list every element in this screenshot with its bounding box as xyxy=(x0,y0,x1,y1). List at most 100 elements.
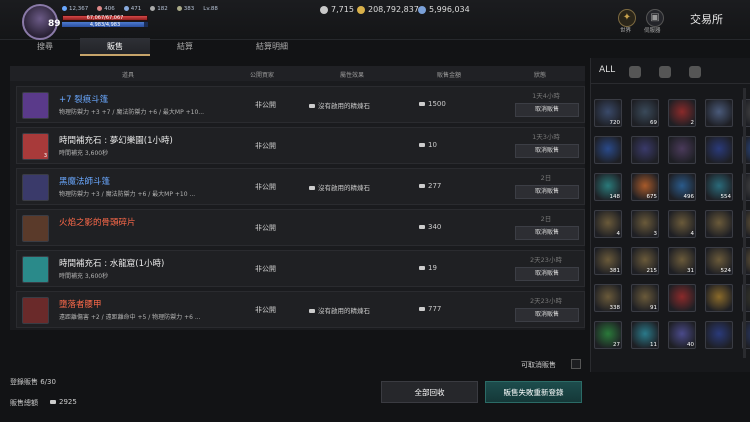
inventory-slot[interactable] xyxy=(631,136,659,164)
inventory-slot[interactable] xyxy=(705,99,733,127)
col-public: 公開買家 xyxy=(250,72,275,79)
inventory-slot[interactable] xyxy=(594,136,622,164)
registered-count: 登錄販售 6/30 xyxy=(10,378,56,386)
cancel-sale-button[interactable]: 取消販售 xyxy=(515,103,579,117)
cancelable-label: 可取消販售 xyxy=(521,361,556,369)
reregister-failed-button[interactable]: 販售失敗重新登錄 xyxy=(485,381,582,403)
inventory-slot[interactable]: 148 xyxy=(594,173,622,201)
cancel-sale-button[interactable]: 取消販售 xyxy=(515,308,579,322)
inventory-slot[interactable]: 720 xyxy=(594,99,622,127)
price: 340 xyxy=(419,223,441,231)
table-row[interactable]: 墮落者腰甲 遠距離傷害 +2 / 遠距離命中 +5 / 物理防禦力 +6 ...… xyxy=(16,291,585,328)
cancel-sale-button[interactable]: 取消販售 xyxy=(515,267,579,281)
inventory-scrollbar[interactable] xyxy=(743,88,746,358)
stone-icon xyxy=(309,104,315,108)
speed-icon xyxy=(176,6,182,11)
inventory-slot[interactable]: 11 xyxy=(631,321,659,349)
currency-diamond: 7,715 xyxy=(320,5,354,14)
tab-sell[interactable]: 販售 xyxy=(80,38,150,56)
inventory-slot[interactable]: 4 xyxy=(668,210,696,238)
inventory-slot[interactable]: 69 xyxy=(631,99,659,127)
tab-settlement-details[interactable]: 結算明細 xyxy=(220,38,324,56)
inventory-slot[interactable] xyxy=(705,210,733,238)
price: 277 xyxy=(419,182,441,190)
world-icon[interactable]: ✦ xyxy=(618,9,636,27)
inventory-slot[interactable] xyxy=(705,284,733,312)
diamond-icon xyxy=(419,184,425,188)
shield-icon xyxy=(62,6,67,11)
inventory-slot[interactable]: 31 xyxy=(668,247,696,275)
inventory-slot[interactable]: 524 xyxy=(705,247,733,275)
item-name: 時間補充石 : 夢幻樂園(1小時) xyxy=(59,136,173,146)
inventory-slot[interactable]: 554 xyxy=(705,173,733,201)
public-status: 非公開 xyxy=(255,183,276,191)
remaining-time: 2天23小時 xyxy=(530,256,562,264)
price: 1500 xyxy=(419,100,446,108)
table-row[interactable]: 黑魔法師斗篷 物理防禦力 +3 / 魔法防禦力 +6 / 最大MP +10 ..… xyxy=(16,168,585,205)
inventory-slot[interactable]: 91 xyxy=(631,284,659,312)
potion-icon[interactable] xyxy=(659,66,671,78)
item-icon xyxy=(22,297,49,324)
inventory-slot[interactable]: 4 xyxy=(594,210,622,238)
inventory-tabs: ALL xyxy=(591,58,750,84)
helmet-icon[interactable] xyxy=(629,66,641,78)
inventory-slot[interactable] xyxy=(668,284,696,312)
table-row[interactable]: 3 時間補充石 : 夢幻樂園(1小時) 時間補充 3,600秒 非公開 10 1… xyxy=(16,127,585,164)
inventory-slot[interactable]: 2 xyxy=(668,99,696,127)
table-row[interactable]: 時間補充石 : 水龍窟(1小時) 時間補充 3,600秒 非公開 19 2天23… xyxy=(16,250,585,287)
stat-4: 182 xyxy=(150,6,168,12)
inventory-slot[interactable] xyxy=(705,136,733,164)
public-status: 非公開 xyxy=(255,224,276,232)
inventory-slot[interactable]: 381 xyxy=(594,247,622,275)
inventory-slot[interactable] xyxy=(668,136,696,164)
inventory-slot[interactable]: 3 xyxy=(631,210,659,238)
inventory-tab-all[interactable]: ALL xyxy=(599,65,615,75)
item-name: 火焰之影的骨頭碎片 xyxy=(59,218,136,228)
remaining-time: 1天4小時 xyxy=(532,92,560,100)
item-icon: 3 xyxy=(22,133,49,160)
recover-all-button[interactable]: 全部回收 xyxy=(381,381,478,403)
public-status: 非公開 xyxy=(255,265,276,273)
tab-settlement[interactable]: 結算 xyxy=(150,38,220,56)
attr-effect: 沒有啟用的精煉石 xyxy=(309,305,370,315)
currency-gold: 208,792,837 xyxy=(357,5,419,14)
col-status: 狀態 xyxy=(534,72,547,79)
mp-text: 4,983/4,983 xyxy=(89,22,121,28)
currency-silver: 5,996,034 xyxy=(418,5,470,14)
public-status: 非公開 xyxy=(255,101,276,109)
cancel-sale-button[interactable]: 取消販售 xyxy=(515,144,579,158)
inventory-slot[interactable]: 338 xyxy=(594,284,622,312)
public-status: 非公開 xyxy=(255,306,276,314)
gear-icon[interactable] xyxy=(689,66,701,78)
world-label: 世界 xyxy=(620,28,632,34)
player-level-tag: Lv.88 xyxy=(203,6,218,12)
server-icon[interactable]: ▣ xyxy=(646,9,664,27)
sell-list-panel: 道具 公開買家 屬性效果 販售金額 狀態 +7 裂痕斗篷 物理防禦力 +3 +7… xyxy=(10,66,585,330)
table-header: 道具 公開買家 屬性效果 販售金額 狀態 xyxy=(10,66,585,81)
inventory-slot[interactable]: 215 xyxy=(631,247,659,275)
inventory-slot[interactable]: 40 xyxy=(668,321,696,349)
inventory-slot[interactable]: 27 xyxy=(594,321,622,349)
remaining-time: 2天23小時 xyxy=(530,297,562,305)
cancel-sale-button[interactable]: 取消販售 xyxy=(515,185,579,199)
col-attr: 屬性效果 xyxy=(340,72,365,79)
diamond-icon xyxy=(419,266,425,270)
inventory-slot[interactable]: 496 xyxy=(668,173,696,201)
stat-5: 383 xyxy=(176,6,194,12)
table-row[interactable]: 火焰之影的骨頭碎片 非公開 340 2日 取消販售 xyxy=(16,209,585,246)
table-row[interactable]: +7 裂痕斗篷 物理防禦力 +3 +7 / 魔法防禦力 +6 / 最大MP +1… xyxy=(16,86,585,123)
diamond-icon xyxy=(320,5,328,14)
cancel-sale-button[interactable]: 取消販售 xyxy=(515,226,579,240)
inventory-slot[interactable] xyxy=(705,321,733,349)
item-icon xyxy=(22,215,49,242)
total-amount: 2925 xyxy=(50,398,77,406)
cancelable-checkbox[interactable] xyxy=(571,359,581,369)
item-icon xyxy=(22,256,49,283)
item-name: +7 裂痕斗篷 xyxy=(59,95,109,105)
inventory-panel: ALL 720692148675496554434438121531524338… xyxy=(590,58,750,372)
total-label: 販售總額 xyxy=(10,399,38,407)
tab-search[interactable]: 搜尋 xyxy=(10,38,80,56)
player-level: 89 xyxy=(48,19,61,29)
inventory-slot[interactable]: 675 xyxy=(631,173,659,201)
item-desc: 物理防禦力 +3 / 魔法防禦力 +6 / 最大MP +10 ... xyxy=(59,191,196,198)
